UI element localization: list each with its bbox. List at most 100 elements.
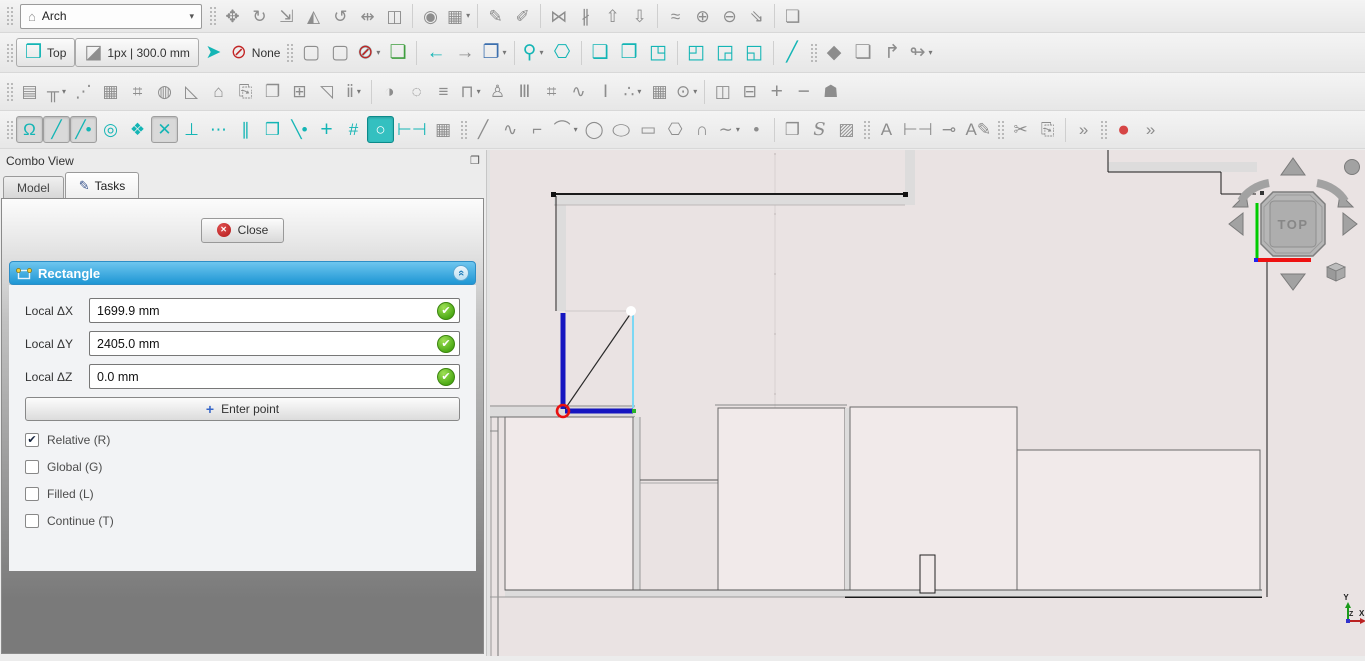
snap-angle-icon[interactable]: ❖ [124, 116, 151, 143]
enter-point-button[interactable]: + Enter point [25, 397, 460, 421]
stretch-icon[interactable]: ◫ [381, 3, 408, 30]
draft-label-icon[interactable]: ⊸ [936, 116, 963, 143]
tab-tasks[interactable]: ✎ Tasks [64, 172, 140, 198]
snap-workingplane-icon[interactable]: ○ [367, 116, 394, 143]
checkbox[interactable] [25, 460, 39, 474]
snap-intersection-icon[interactable]: ✕ [151, 116, 178, 143]
move-icon[interactable]: ✥ [219, 3, 246, 30]
zoom-icon[interactable]: ⚲ [519, 38, 548, 67]
arch-buildingpart-icon[interactable]: ⌗ [124, 78, 151, 105]
arch-sectionplane-icon[interactable]: ◌ [403, 78, 430, 105]
array-icon[interactable]: ▦ [444, 3, 473, 30]
nav-sphere-icon[interactable] [1344, 159, 1360, 175]
cut-icon[interactable]: ✂ [1007, 116, 1034, 143]
shape-2d-view-icon[interactable]: ❏ [779, 3, 806, 30]
arch-slab-icon[interactable]: ◺ [178, 78, 205, 105]
draft-point-icon[interactable]: • [743, 116, 770, 143]
draft-facebinder-icon[interactable]: ❒ [779, 116, 806, 143]
snap-midpoint-icon[interactable]: ╱• [70, 116, 97, 143]
arch-truss-icon[interactable]: ∿ [565, 78, 592, 105]
workbench-selector[interactable]: ⌂ Arch ▾ [20, 3, 202, 29]
offset-icon[interactable]: ↺ [327, 3, 354, 30]
axonometric-view-icon[interactable]: ⎔ [548, 38, 577, 67]
view-front-icon[interactable]: ❑ [586, 38, 615, 67]
checkbox[interactable] [25, 514, 39, 528]
rotate-icon[interactable]: ↻ [246, 3, 273, 30]
arch-building-icon[interactable]: ⌂ [205, 78, 232, 105]
autogroup-button[interactable]: ⊘ None [228, 38, 284, 67]
snap-parallel-icon[interactable]: ∥ [232, 116, 259, 143]
arch-pipes-icon[interactable]: ⅱ [340, 78, 367, 105]
arch-structure-icon[interactable]: ╥ [43, 78, 70, 105]
select-element-icon[interactable]: ▢ [325, 38, 354, 67]
arch-remove-icon[interactable]: − [790, 78, 817, 105]
toggle-grid-icon[interactable]: ▦ [430, 116, 457, 143]
export-icon[interactable]: ↱ [878, 38, 907, 67]
line-style-button[interactable]: ◪ 1px | 300.0 mm [75, 38, 199, 67]
wire-to-bspline-icon[interactable]: ≈ [662, 3, 689, 30]
cut-line-icon[interactable]: ⊟ [736, 78, 763, 105]
draft-line-icon[interactable]: ╱ [470, 116, 497, 143]
draft-ellipse-icon[interactable]: ◯ [608, 116, 635, 143]
close-button[interactable]: ✕ Close [200, 217, 285, 243]
checkbox[interactable] [25, 487, 39, 501]
draft-fillet-icon[interactable]: ⌐ [524, 116, 551, 143]
arch-column-grid-icon[interactable]: Ⅲ [511, 78, 538, 105]
add-point-icon[interactable]: ⊕ [689, 3, 716, 30]
snap-near-icon[interactable]: ╲• [286, 116, 313, 143]
annotation-styles-icon[interactable]: A✎ [963, 116, 995, 143]
snap-lock-icon[interactable]: Ω [16, 116, 43, 143]
subelement-icon[interactable]: ✐ [509, 3, 536, 30]
snap-grid-icon[interactable]: # [340, 116, 367, 143]
apply-style-icon[interactable]: ➤ [199, 38, 228, 67]
nav-forward-icon[interactable]: → [450, 38, 479, 67]
join-icon[interactable]: ⋈ [545, 3, 572, 30]
arch-wall-icon[interactable]: ▤ [16, 78, 43, 105]
edit-icon[interactable]: ✎ [482, 3, 509, 30]
arch-multimaterial-icon[interactable]: ⋰ [70, 78, 97, 105]
arch-axis-icon[interactable]: ◑ [376, 78, 403, 105]
collapse-section-icon[interactable]: « [453, 265, 469, 281]
view-left-icon[interactable]: ◱ [740, 38, 769, 67]
arch-stairs-icon[interactable]: ≡ [430, 78, 457, 105]
draft-rectangle-icon[interactable]: ▭ [635, 116, 662, 143]
mirror-icon[interactable]: ◭ [300, 3, 327, 30]
nav-arrow-right-icon[interactable] [1342, 211, 1358, 237]
toolbar-overflow-icon[interactable]: » [1070, 116, 1097, 143]
arch-add-icon[interactable]: + [763, 78, 790, 105]
copy-icon[interactable]: ⎘ [1034, 116, 1061, 143]
view-bottom-icon[interactable]: ◲ [711, 38, 740, 67]
snap-center-icon[interactable]: ◎ [97, 116, 124, 143]
trimex-icon[interactable]: ⇹ [354, 3, 381, 30]
draft-shapestring-icon[interactable]: S [806, 116, 833, 143]
view-rear-icon[interactable]: ◰ [682, 38, 711, 67]
arch-fittings-icon[interactable]: ∴ [619, 78, 646, 105]
arch-survey-icon[interactable]: ☗ [817, 78, 844, 105]
nav-arrow-up-icon[interactable] [1280, 157, 1306, 176]
arch-reference-icon[interactable]: ⎘ [232, 78, 259, 105]
snap-special-icon[interactable]: ❒ [259, 116, 286, 143]
arch-curtainwall-icon[interactable]: ▦ [97, 78, 124, 105]
view-group-icon[interactable]: ❐ [479, 38, 509, 67]
share-icon[interactable]: ↬ [907, 38, 936, 67]
new-folder-icon[interactable]: ❏ [849, 38, 878, 67]
arch-equipment-icon[interactable]: ♙ [484, 78, 511, 105]
arch-window-icon[interactable]: ⊞ [286, 78, 313, 105]
downgrade-icon[interactable]: ⇩ [626, 3, 653, 30]
scale-icon[interactable]: ⇲ [273, 3, 300, 30]
snap-dimensions-icon[interactable]: ⊢⊣ [394, 116, 430, 143]
draft-hatch-icon[interactable]: ▨ [833, 116, 860, 143]
slope-icon[interactable]: ⇘ [743, 3, 770, 30]
view-top-button[interactable]: ❒ Top [16, 38, 76, 67]
nav-back-icon[interactable]: ← [421, 38, 450, 67]
draft-polygon-icon[interactable]: ⎔ [662, 116, 689, 143]
float-panel-icon[interactable]: ❐ [470, 154, 480, 167]
field-input[interactable]: 1699.9 mm ✔ [89, 298, 460, 323]
3d-viewport[interactable]: TOP Y X Z [490, 150, 1365, 656]
view-top-cube-icon[interactable]: ❒ [615, 38, 644, 67]
checkbox[interactable]: ✔ [25, 433, 39, 447]
cut-plane-icon[interactable]: ◫ [709, 78, 736, 105]
part-icon[interactable]: ◆ [820, 38, 849, 67]
arch-project-icon[interactable]: ◍ [151, 78, 178, 105]
draft-text-icon[interactable]: A [873, 116, 900, 143]
